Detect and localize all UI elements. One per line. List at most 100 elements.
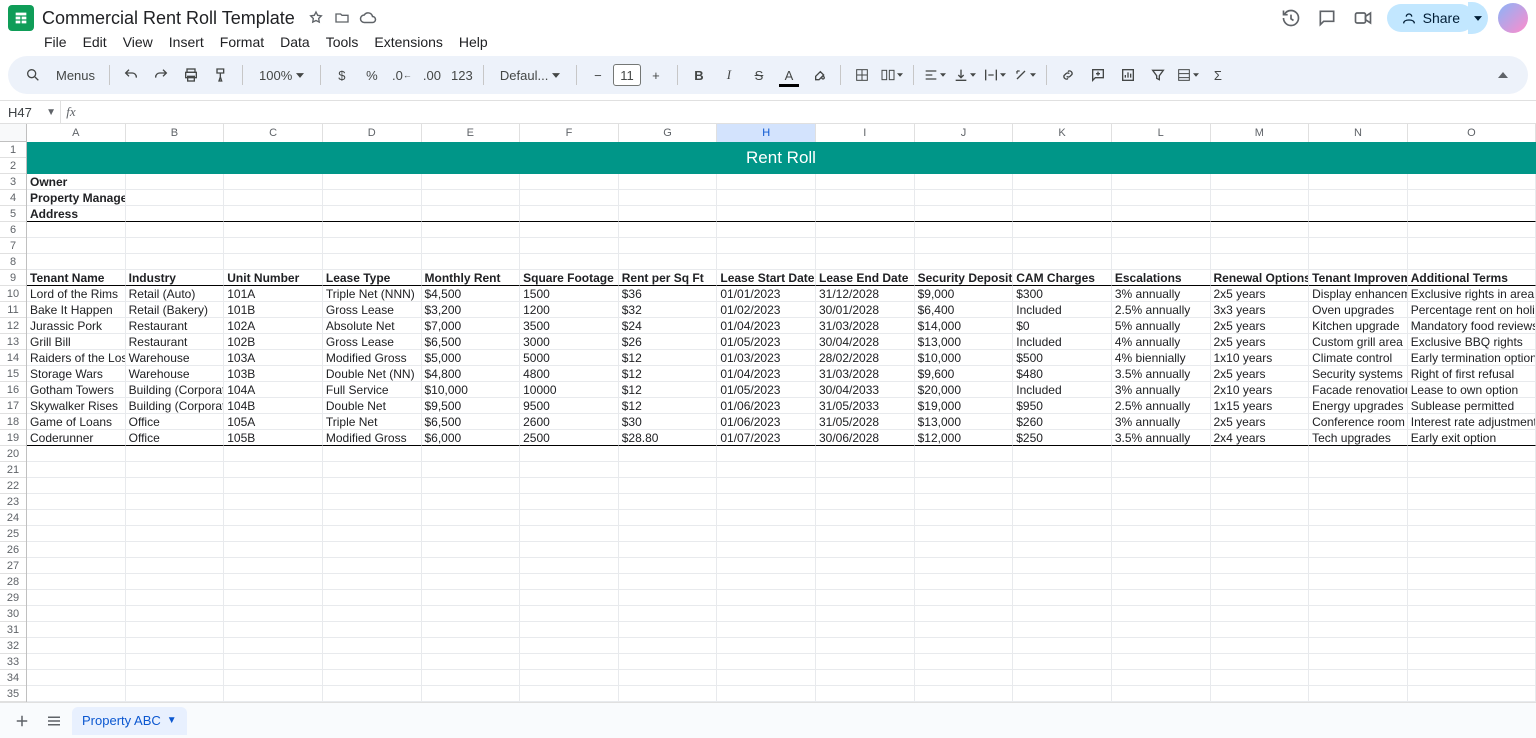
cell[interactable] (1013, 558, 1112, 574)
cell[interactable] (619, 142, 718, 158)
cell[interactable]: 101B (224, 302, 323, 318)
cell[interactable] (619, 574, 718, 590)
cell[interactable] (1408, 526, 1536, 542)
cell[interactable]: Triple Net (323, 414, 422, 430)
cell[interactable] (422, 238, 521, 254)
cell[interactable] (915, 638, 1014, 654)
cell[interactable] (224, 510, 323, 526)
cell[interactable]: $36 (619, 286, 718, 302)
cell[interactable]: 3.5% annually (1112, 366, 1211, 382)
cell[interactable] (323, 174, 422, 190)
spreadsheet-grid[interactable]: 1234567891011121314151617181920212223242… (0, 124, 1536, 724)
cell[interactable] (619, 478, 718, 494)
cell[interactable] (816, 510, 915, 526)
cell[interactable] (619, 686, 718, 702)
cell[interactable] (126, 254, 225, 270)
cell[interactable] (1211, 510, 1310, 526)
cell[interactable] (520, 478, 619, 494)
row-header[interactable]: 22 (0, 478, 26, 494)
cell[interactable] (224, 222, 323, 238)
share-button[interactable]: Share (1387, 4, 1474, 32)
cell[interactable]: 31/05/2033 (816, 398, 915, 414)
cell[interactable] (27, 526, 126, 542)
col-header-N[interactable]: N (1309, 124, 1408, 142)
cell[interactable] (323, 558, 422, 574)
cell[interactable] (422, 606, 521, 622)
cell[interactable]: 30/04/2033 (816, 382, 915, 398)
cell[interactable]: Conference room (1309, 414, 1408, 430)
cell[interactable] (717, 462, 816, 478)
add-sheet-button[interactable] (8, 707, 36, 735)
cell[interactable] (1112, 254, 1211, 270)
cell[interactable]: 3000 (520, 334, 619, 350)
cell[interactable] (619, 670, 718, 686)
cell[interactable]: Industry (126, 270, 225, 286)
row-header[interactable]: 35 (0, 686, 26, 702)
cell[interactable] (224, 206, 323, 222)
cell[interactable] (520, 238, 619, 254)
cell[interactable] (619, 222, 718, 238)
cell[interactable]: Owner (27, 174, 126, 190)
cell[interactable]: 2x5 years (1211, 334, 1310, 350)
cell[interactable] (224, 190, 323, 206)
cell[interactable]: Kitchen upgrade (1309, 318, 1408, 334)
cell[interactable]: 102A (224, 318, 323, 334)
cell[interactable] (1408, 558, 1536, 574)
cell[interactable] (27, 654, 126, 670)
cell[interactable]: Triple Net (NNN) (323, 286, 422, 302)
cell[interactable] (126, 590, 225, 606)
row-header[interactable]: 2 (0, 158, 26, 174)
cell[interactable]: $0 (1013, 318, 1112, 334)
cell[interactable] (1112, 494, 1211, 510)
cell[interactable] (323, 654, 422, 670)
cell[interactable] (1013, 510, 1112, 526)
cell[interactable] (1211, 222, 1310, 238)
cell[interactable] (1309, 206, 1408, 222)
cell[interactable] (224, 238, 323, 254)
cell[interactable]: 28/02/2028 (816, 350, 915, 366)
cell[interactable] (1408, 462, 1536, 478)
cell[interactable]: 31/03/2028 (816, 318, 915, 334)
cell[interactable]: Storage Wars (27, 366, 126, 382)
cell[interactable] (1211, 462, 1310, 478)
cell[interactable] (1309, 574, 1408, 590)
cell[interactable] (422, 462, 521, 478)
row-header[interactable]: 25 (0, 526, 26, 542)
row-header[interactable]: 12 (0, 318, 26, 334)
row-header[interactable]: 11 (0, 302, 26, 318)
cell[interactable] (27, 494, 126, 510)
cell[interactable] (27, 142, 126, 158)
star-icon[interactable] (307, 9, 325, 27)
cell[interactable] (323, 542, 422, 558)
cell[interactable] (224, 670, 323, 686)
cell[interactable] (717, 638, 816, 654)
cell[interactable] (816, 174, 915, 190)
row-header[interactable]: 29 (0, 590, 26, 606)
borders-button[interactable] (849, 62, 875, 88)
increase-font-button[interactable]: + (643, 62, 669, 88)
merge-cells-button[interactable] (879, 62, 905, 88)
col-header-C[interactable]: C (224, 124, 323, 142)
h-align-button[interactable] (922, 62, 948, 88)
cell[interactable]: Additional Terms (1408, 270, 1536, 286)
cell[interactable] (619, 510, 718, 526)
cell[interactable] (422, 190, 521, 206)
col-header-J[interactable]: J (915, 124, 1014, 142)
cell[interactable] (1112, 526, 1211, 542)
cell[interactable] (915, 222, 1014, 238)
cell[interactable] (915, 254, 1014, 270)
cell[interactable]: Office (126, 430, 225, 446)
cell[interactable]: 2x5 years (1211, 414, 1310, 430)
cell[interactable] (1013, 238, 1112, 254)
cell[interactable] (1211, 206, 1310, 222)
menu-extensions[interactable]: Extensions (374, 34, 442, 50)
cell[interactable] (1211, 606, 1310, 622)
row-header[interactable]: 27 (0, 558, 26, 574)
cell[interactable] (717, 206, 816, 222)
cell[interactable] (1211, 238, 1310, 254)
cell[interactable] (1408, 190, 1536, 206)
cell[interactable] (1112, 590, 1211, 606)
sheets-logo[interactable] (8, 5, 34, 31)
cell[interactable]: Escalations (1112, 270, 1211, 286)
cell[interactable] (816, 686, 915, 702)
